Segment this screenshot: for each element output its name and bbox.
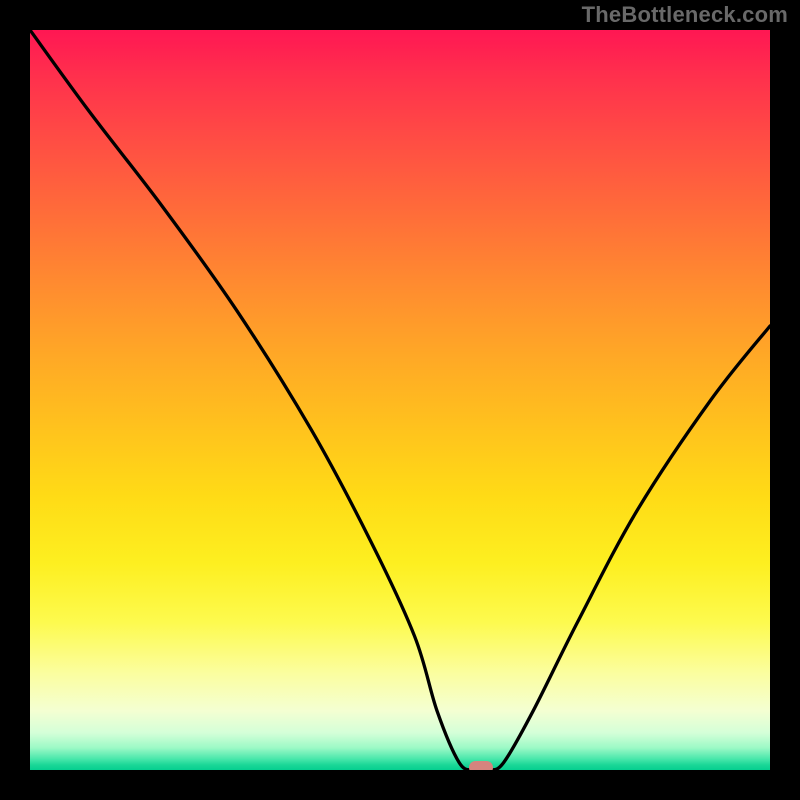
watermark-text: TheBottleneck.com [582,2,788,28]
bottleneck-curve [30,30,770,770]
plot-area [30,30,770,770]
optimal-marker [469,761,493,771]
curve-layer [30,30,770,770]
chart-frame: TheBottleneck.com [0,0,800,800]
